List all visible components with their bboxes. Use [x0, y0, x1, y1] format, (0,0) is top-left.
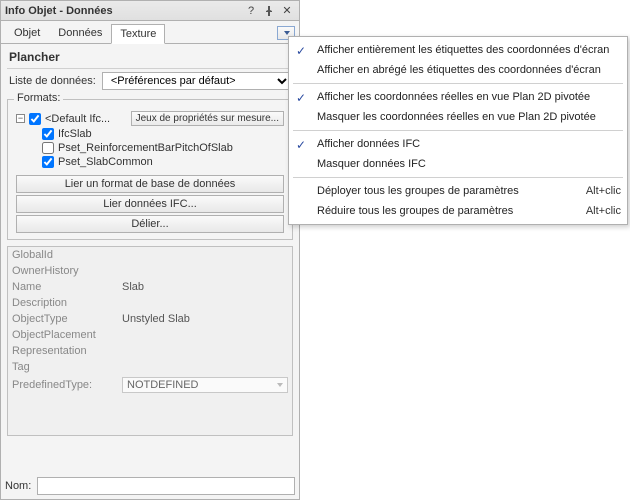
root-checkbox[interactable]: [29, 113, 41, 125]
tree-child-label[interactable]: IfcSlab: [58, 128, 92, 140]
property-row: OwnerHistory: [8, 263, 292, 279]
pin-icon[interactable]: [261, 3, 277, 19]
property-key: Tag: [12, 361, 122, 373]
close-icon[interactable]: ✕: [279, 3, 295, 19]
menu-item-show-full-labels[interactable]: ✓ Afficher entièrement les étiquettes de…: [289, 40, 627, 60]
options-menu: ✓ Afficher entièrement les étiquettes de…: [288, 36, 628, 225]
menu-separator: [293, 177, 623, 178]
menu-item-label: Afficher en abrégé les étiquettes des co…: [317, 64, 601, 76]
tree-child-label[interactable]: Pset_SlabCommon: [58, 156, 153, 168]
property-grid[interactable]: GlobalId OwnerHistory NameSlab Descripti…: [7, 246, 293, 436]
formats-fieldset: Formats: − <Default Ifc... Jeux de propr…: [7, 99, 293, 240]
tree-child-row: IfcSlab: [14, 127, 286, 141]
menu-item-label: Masquer les coordonnées réelles en vue P…: [317, 111, 596, 123]
property-key: ObjectPlacement: [12, 329, 122, 341]
predefined-type-select[interactable]: NOTDEFINED: [122, 377, 288, 393]
tree-child-label[interactable]: Pset_ReinforcementBarPitchOfSlab: [58, 142, 233, 154]
link-db-format-button[interactable]: Lier un format de base de données: [16, 175, 284, 193]
window-title: Info Objet - Données: [5, 5, 241, 17]
property-value[interactable]: Unstyled Slab: [122, 313, 288, 325]
menu-separator: [293, 83, 623, 84]
property-row: GlobalId: [8, 247, 292, 263]
property-row: Tag: [8, 359, 292, 375]
menu-item-label: Afficher données IFC: [317, 138, 420, 150]
property-value[interactable]: Slab: [122, 281, 288, 293]
property-key: PredefinedType:: [12, 379, 122, 391]
object-info-panel: Info Objet - Données ? ✕ Objet Données T…: [0, 0, 300, 500]
property-row: PredefinedType: NOTDEFINED: [8, 375, 292, 395]
tree-child-row: Pset_ReinforcementBarPitchOfSlab: [14, 141, 286, 155]
menu-item-show-ifc[interactable]: ✓ Afficher données IFC: [289, 134, 627, 154]
tree-child-row: Pset_SlabCommon: [14, 155, 286, 169]
menu-item-expand-all[interactable]: Déployer tous les groupes de paramètres …: [289, 181, 627, 201]
property-row: ObjectPlacement: [8, 327, 292, 343]
property-row: ObjectTypeUnstyled Slab: [8, 311, 292, 327]
property-row: Description: [8, 295, 292, 311]
tab-donnees[interactable]: Données: [49, 23, 111, 43]
menu-item-label: Masquer données IFC: [317, 158, 426, 170]
predefined-type-value: NOTDEFINED: [127, 379, 199, 391]
name-row: Nom:: [5, 477, 295, 495]
tab-bar: Objet Données Texture: [1, 21, 299, 44]
data-list-row: Liste de données: <Préférences par défau…: [1, 69, 299, 93]
property-key: OwnerHistory: [12, 265, 122, 277]
tab-objet[interactable]: Objet: [5, 23, 49, 43]
menu-item-label: Afficher les coordonnées réelles en vue …: [317, 91, 590, 103]
menu-item-label: Réduire tous les groupes de paramètres: [317, 205, 513, 217]
menu-separator: [293, 130, 623, 131]
menu-item-hide-ifc[interactable]: Masquer données IFC: [289, 154, 627, 174]
expand-collapse-icon[interactable]: −: [16, 114, 25, 123]
name-input[interactable]: [37, 477, 295, 495]
tree-root-row: − <Default Ifc... Jeux de propriétés sur…: [14, 110, 286, 127]
menu-item-hide-real-coords[interactable]: Masquer les coordonnées réelles en vue P…: [289, 107, 627, 127]
pset-reinforcement-checkbox[interactable]: [42, 142, 54, 154]
property-key: GlobalId: [12, 249, 122, 261]
titlebar: Info Objet - Données ? ✕: [1, 1, 299, 21]
property-key: Name: [12, 281, 122, 293]
check-icon: ✓: [296, 139, 308, 151]
check-icon: ✓: [296, 92, 308, 104]
menu-item-label: Afficher entièrement les étiquettes des …: [317, 44, 609, 56]
data-list-label: Liste de données:: [9, 75, 96, 87]
property-key: ObjectType: [12, 313, 122, 325]
link-ifc-data-button[interactable]: Lier données IFC...: [16, 195, 284, 213]
menu-item-show-real-coords[interactable]: ✓ Afficher les coordonnées réelles en vu…: [289, 87, 627, 107]
formats-legend: Formats:: [14, 92, 63, 104]
name-label: Nom:: [5, 480, 31, 492]
unlink-button[interactable]: Délier...: [16, 215, 284, 233]
menu-item-shortcut: Alt+clic: [574, 205, 621, 217]
custom-property-sets-button[interactable]: Jeux de propriétés sur mesure...: [131, 111, 284, 126]
help-icon[interactable]: ?: [243, 3, 259, 19]
menu-item-label: Déployer tous les groupes de paramètres: [317, 185, 519, 197]
tab-texture[interactable]: Texture: [111, 24, 165, 44]
pset-slabcommon-checkbox[interactable]: [42, 156, 54, 168]
property-row: Representation: [8, 343, 292, 359]
formats-tree: − <Default Ifc... Jeux de propriétés sur…: [12, 108, 288, 173]
menu-item-collapse-all[interactable]: Réduire tous les groupes de paramètres A…: [289, 201, 627, 221]
menu-item-shortcut: Alt+clic: [574, 185, 621, 197]
property-row: NameSlab: [8, 279, 292, 295]
tree-root-label[interactable]: <Default Ifc...: [45, 113, 110, 125]
ifcslab-checkbox[interactable]: [42, 128, 54, 140]
data-list-select[interactable]: <Préférences par défaut>: [102, 72, 291, 90]
property-key: Description: [12, 297, 122, 309]
property-key: Representation: [12, 345, 122, 357]
check-icon: ✓: [296, 45, 308, 57]
page-title: Plancher: [1, 44, 299, 68]
menu-item-show-short-labels[interactable]: Afficher en abrégé les étiquettes des co…: [289, 60, 627, 80]
